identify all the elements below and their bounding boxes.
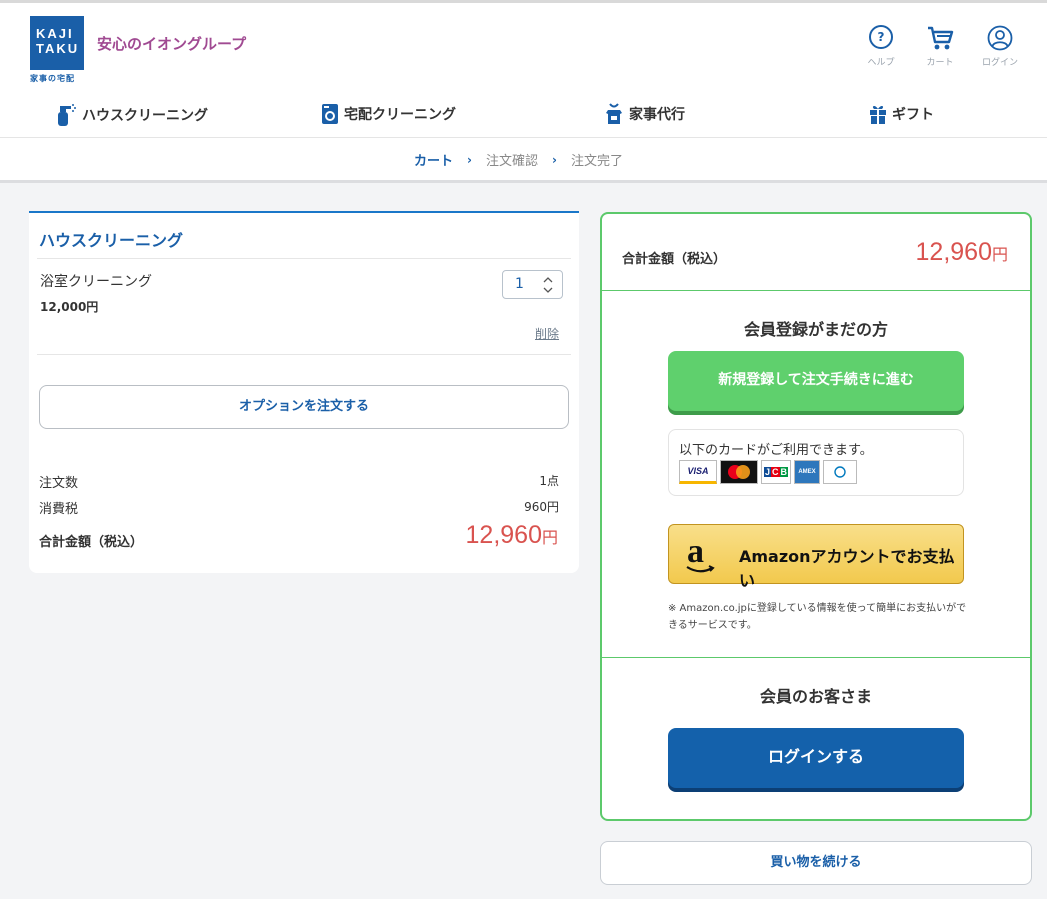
card-logos: VISA JCB AMEX	[679, 460, 857, 484]
cart-total-value: 12,960	[465, 521, 542, 549]
nav-house-cleaning-label: ハウスクリーニング	[82, 108, 208, 124]
cart-section-title: ハウスクリーニング	[39, 231, 184, 250]
login-label: ログイン	[981, 58, 1018, 68]
mastercard-logo-icon	[720, 460, 758, 484]
breadcrumb-bar: カート › 注文確認 › 注文完了	[0, 137, 1047, 183]
quantity-value: 1	[515, 276, 524, 292]
logo-subtitle: 家事の宅配	[30, 74, 75, 83]
breadcrumb-chevron-icon: ›	[551, 152, 557, 167]
summary-row-count: 注文数 1点	[39, 472, 559, 491]
nav-delivery-cleaning-label: 宅配クリーニング	[344, 107, 456, 123]
breadcrumb-step-complete: 注文完了	[570, 154, 623, 169]
tax-label: 消費税	[39, 502, 79, 517]
amex-logo-icon: AMEX	[794, 460, 820, 484]
continue-shopping-button[interactable]: 買い物を続ける	[600, 841, 1032, 885]
cart-total-unit: 円	[541, 530, 558, 547]
breadcrumb-step-confirm: 注文確認	[485, 154, 538, 169]
kajitaku-logo[interactable]: KAJI TAKU	[30, 16, 84, 70]
guest-heading: 会員登録がまだの方	[743, 320, 888, 339]
site-header: KAJI TAKU 家事の宅配 安心のイオングループ ? ヘルプ カート ログイ…	[0, 0, 1047, 137]
breadcrumb: カート › 注文確認 › 注文完了	[414, 150, 623, 170]
delete-link[interactable]: 削除	[535, 325, 559, 342]
checkout-panel: 合計金額（税込） 12,960円 会員登録がまだの方 新規登録して注文手続きに進…	[600, 212, 1032, 821]
checkout-total-unit: 円	[991, 247, 1008, 264]
nav-gift[interactable]: ギフト	[869, 103, 934, 125]
cart-panel: ハウスクリーニング 浴室クリーニング 12,000円 1 削除 オプションを注文…	[29, 211, 579, 573]
cart-icon	[928, 26, 954, 50]
amazon-smile-icon	[686, 565, 715, 573]
cart-link[interactable]: カート	[915, 25, 965, 68]
accepted-cards-text: 以下のカードがご利用できます。	[679, 443, 873, 458]
count-value: 1点	[539, 474, 559, 488]
help-label: ヘルプ	[867, 58, 895, 68]
jcb-logo-icon: JCB	[761, 460, 791, 484]
help-link[interactable]: ? ヘルプ	[856, 25, 906, 68]
member-heading: 会員のお客さま	[759, 687, 872, 706]
apron-icon	[606, 103, 622, 124]
nav-house-cleaning[interactable]: ハウスクリーニング	[55, 103, 208, 127]
order-option-button[interactable]: オプションを注文する	[39, 385, 569, 429]
cart-label: カート	[926, 58, 954, 68]
amazon-pay-button[interactable]: a Amazonアカウントでお支払い	[668, 524, 964, 590]
tax-value: 960円	[524, 500, 559, 514]
help-icon: ?	[869, 25, 893, 49]
cart-total-label: 合計金額（税込）	[39, 535, 144, 550]
breadcrumb-chevron-icon: ›	[467, 152, 472, 167]
summary-row-tax: 消費税 960円	[39, 498, 559, 517]
divider	[602, 657, 1030, 658]
nav-gift-label: ギフト	[892, 107, 934, 123]
visa-logo-icon: VISA	[679, 460, 717, 484]
accepted-cards-box: 以下のカードがご利用できます。 VISA JCB AMEX	[668, 429, 964, 496]
register-and-checkout-button[interactable]: 新規登録して注文手続きに進む	[668, 351, 964, 411]
amazon-pay-note: ※ Amazon.co.jpに登録している情報を使って簡単にお支払いができるサー…	[668, 603, 967, 631]
checkout-total-label: 合計金額（税込）	[622, 252, 727, 267]
stepper-arrows-icon	[542, 274, 554, 299]
nav-housekeeping-label: 家事代行	[629, 107, 685, 123]
divider	[602, 290, 1030, 291]
checkout-total-value: 12,960	[915, 238, 992, 266]
gift-icon	[870, 105, 886, 124]
nav-delivery-cleaning[interactable]: 宅配クリーニング	[321, 103, 456, 125]
login-link[interactable]: ログイン	[975, 25, 1025, 68]
logo-line2: TAKU	[36, 41, 80, 56]
breadcrumb-step-cart: カート	[414, 154, 454, 169]
login-button[interactable]: ログインする	[668, 728, 964, 788]
divider	[37, 354, 571, 355]
washing-machine-icon	[322, 104, 338, 124]
user-icon	[987, 25, 1013, 51]
count-label: 注文数	[39, 476, 79, 491]
cart-item-price: 12,000円	[40, 300, 99, 314]
checkout-total-amount: 12,960円	[916, 238, 1008, 267]
cart-total-amount: 12,960円	[466, 521, 558, 550]
logo-line1: KAJI	[36, 26, 74, 41]
spray-bottle-icon	[58, 104, 76, 126]
amazon-pay-label: Amazonアカウントでお支払い	[739, 547, 955, 590]
divider	[37, 258, 571, 259]
tagline: 安心のイオングループ	[97, 35, 247, 53]
nav-housekeeping[interactable]: 家事代行	[604, 103, 685, 125]
diners-club-logo-icon	[823, 460, 857, 484]
quantity-select[interactable]: 1	[502, 270, 563, 299]
cart-item-name: 浴室クリーニング	[40, 274, 152, 290]
